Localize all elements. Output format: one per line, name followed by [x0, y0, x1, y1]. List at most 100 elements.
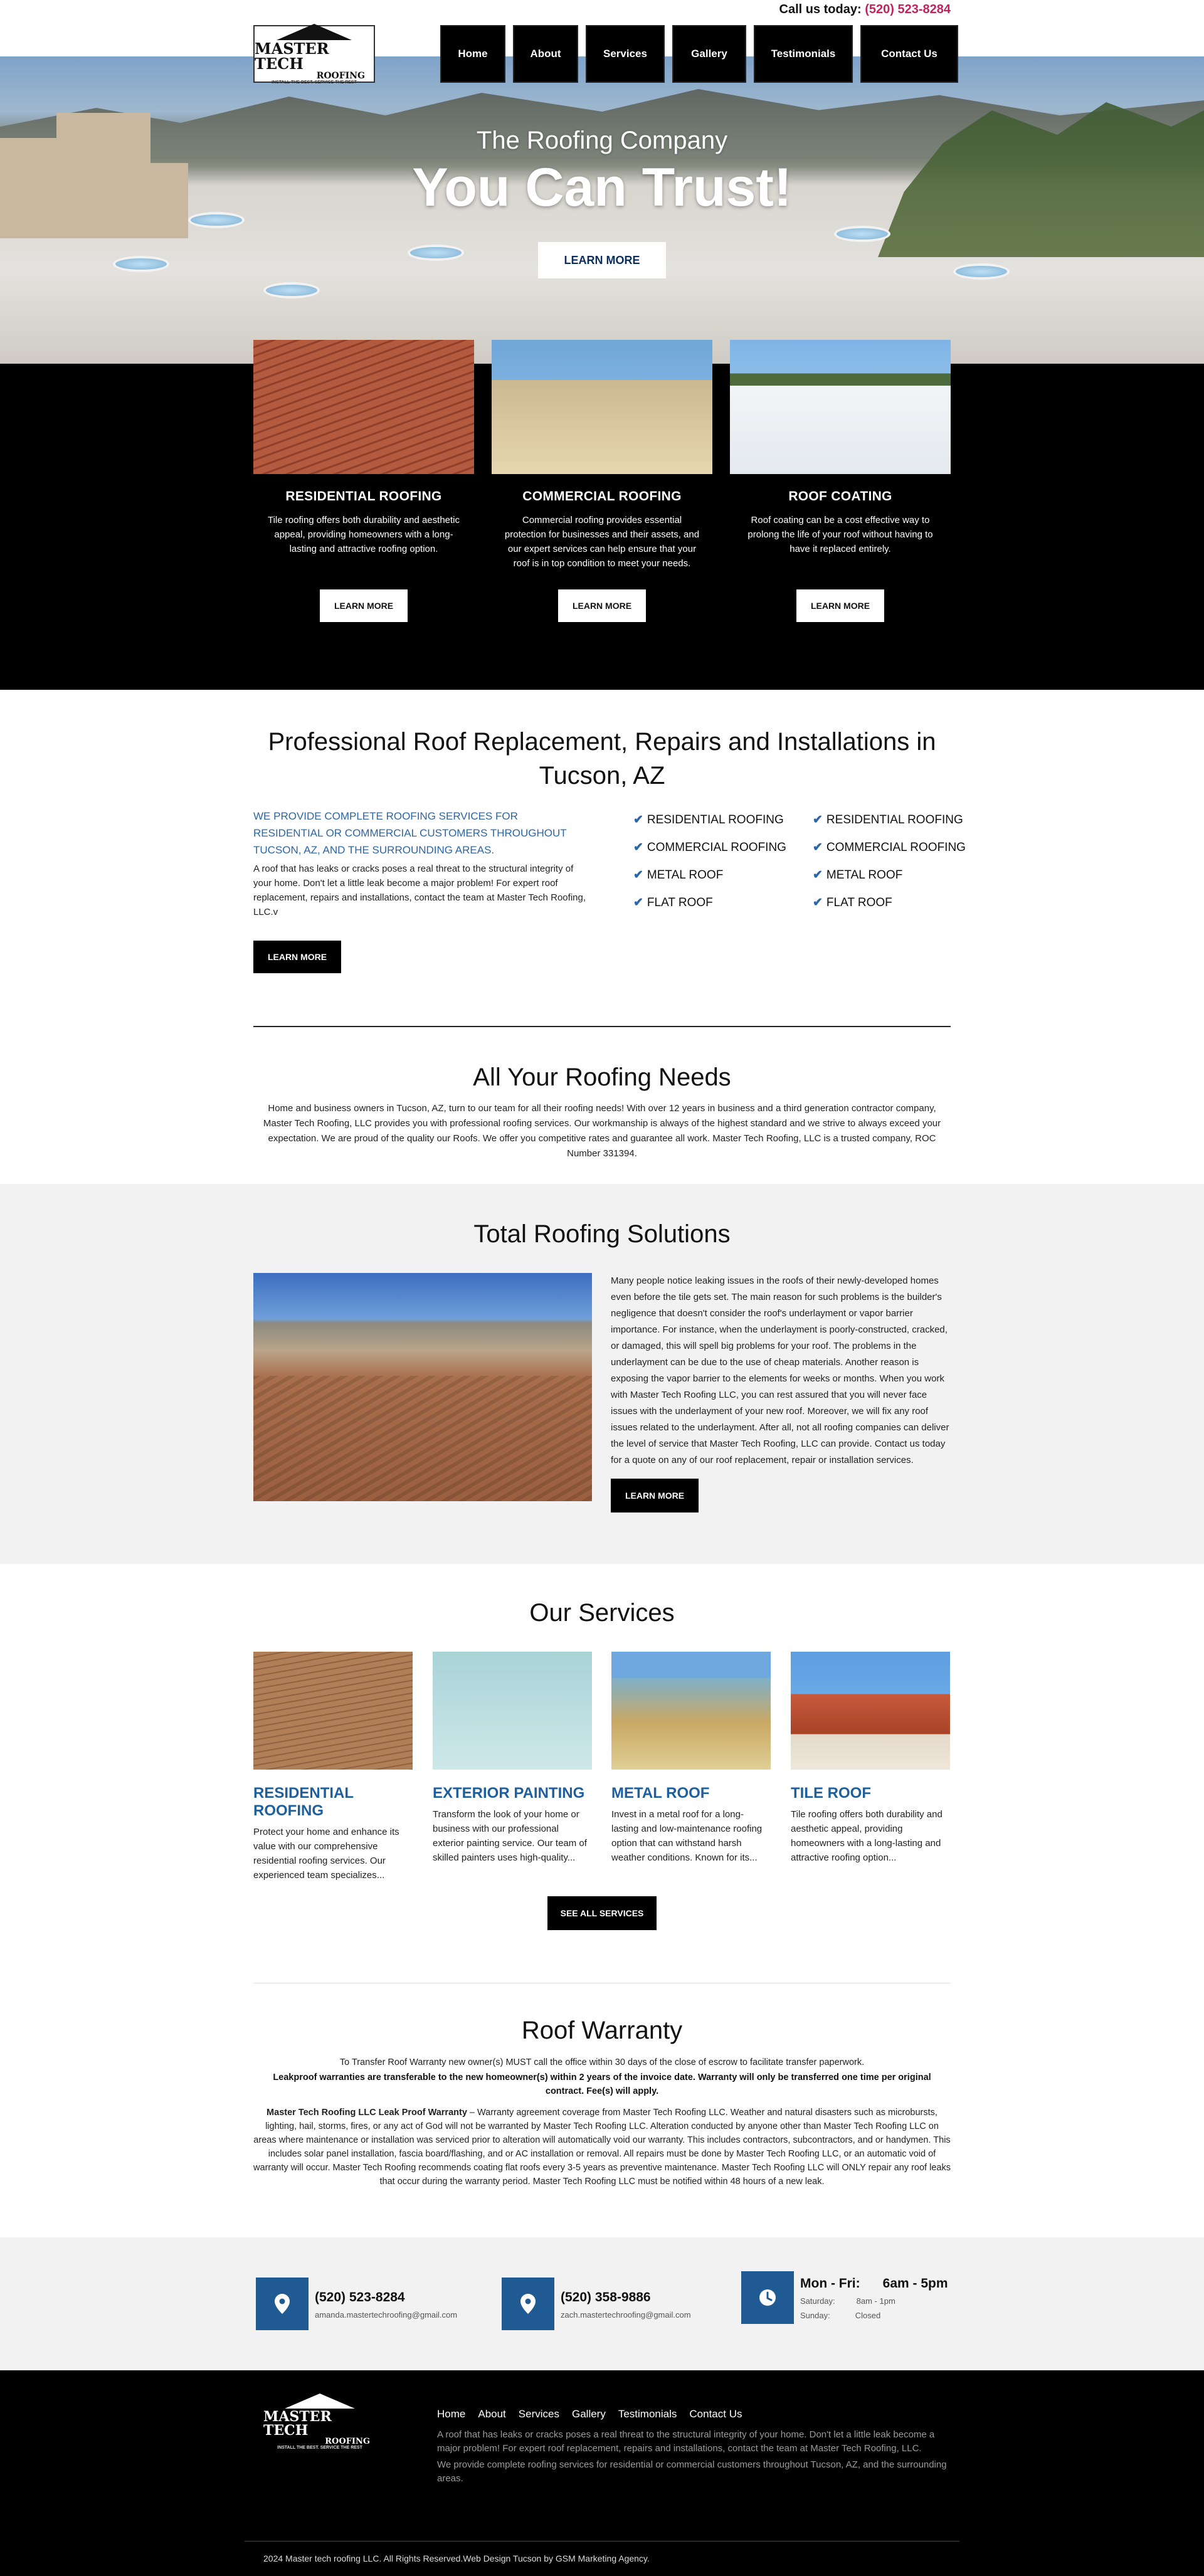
contact-phone[interactable]: (520) 523-8284 — [315, 2290, 457, 2305]
footer-logo[interactable]: MASTER TECH ROOFING INSTALL THE BEST. SE… — [263, 2394, 376, 2450]
card-commercial: COMMERCIAL ROOFING Commercial roofing pr… — [492, 340, 712, 622]
contact-1: (520) 523-8284 amanda.mastertechroofing@… — [315, 2290, 457, 2320]
skylight-icon — [834, 226, 890, 242]
services-heading: Our Services — [529, 1599, 675, 1627]
skylight-icon — [113, 256, 169, 272]
nav-gallery[interactable]: Gallery — [672, 25, 746, 83]
service-list-col1: ✔ RESIDENTIAL ROOFING ✔ COMMERCIAL ROOFING… — [633, 806, 786, 917]
contact-2: (520) 358-9886 zach.mastertechroofing@gm… — [561, 2290, 691, 2320]
contact-phone[interactable]: (520) 358-9886 — [561, 2290, 691, 2305]
solutions-learn-more-button[interactable]: LEARN MORE — [611, 1479, 699, 1512]
footer-paragraph-2: We provide complete roofing services for… — [437, 2459, 947, 2484]
service-text: Transform the look of your home or busin… — [433, 1809, 587, 1863]
hours-time: 6am - 5pm — [882, 2276, 948, 2291]
card-title: ROOF COATING — [788, 489, 892, 504]
skylight-icon — [953, 263, 1010, 280]
hero-learn-more-button[interactable]: LEARN MORE — [538, 242, 666, 278]
service-text: Protect your home and enhance its value … — [253, 1827, 399, 1881]
metal-roof-image — [611, 1652, 771, 1770]
check-icon: ✔ — [813, 841, 823, 854]
footer-nav-gallery[interactable]: Gallery — [572, 2408, 606, 2420]
commercial-roof-image — [492, 340, 712, 474]
sunday-label: Sunday: — [800, 2311, 830, 2320]
footer-nav-home[interactable]: Home — [437, 2408, 465, 2420]
section-divider — [253, 1026, 951, 1027]
professional-heading: Professional Roof Replacement, Repairs a… — [268, 728, 936, 789]
nav-services[interactable]: Services — [586, 25, 665, 83]
service-title[interactable]: TILE ROOF — [791, 1785, 950, 1802]
hero-title: You Can Trust! — [412, 157, 792, 218]
residential-roof-image — [253, 340, 474, 474]
call-phone-link[interactable]: (520) 523-8284 — [865, 3, 951, 16]
service-text: Tile roofing offers both durability and … — [791, 1809, 943, 1863]
logo-tagline: INSTALL THE BEST. SERVICE THE REST — [272, 80, 357, 85]
tile-roof-image — [791, 1652, 950, 1770]
check-icon: ✔ — [813, 896, 823, 909]
logo-roof-icon — [277, 23, 352, 40]
nav-about[interactable]: About — [513, 25, 578, 83]
footer-nav-contact-us[interactable]: Contact Us — [689, 2408, 742, 2420]
check-icon: ✔ — [813, 813, 823, 826]
check-icon: ✔ — [633, 896, 643, 909]
location-pin-icon — [256, 2278, 309, 2330]
footer-divider — [245, 2541, 959, 2542]
warranty-heading: Roof Warranty — [521, 2017, 683, 2044]
warranty-line1: To Transfer Roof Warranty new owner(s) M… — [339, 2057, 865, 2067]
service-title[interactable]: METAL ROOF — [611, 1785, 771, 1802]
nav-testimonials[interactable]: Testimonials — [754, 25, 853, 83]
nav-contact-us[interactable]: Contact Us — [860, 25, 958, 83]
list-item: ✔ RESIDENTIAL ROOFING — [813, 813, 963, 826]
professional-learn-more-button[interactable]: LEARN MORE — [253, 941, 341, 973]
service-title[interactable]: RESIDENTIAL ROOFING — [253, 1785, 413, 1820]
list-item: ✔ METAL ROOF — [813, 868, 903, 882]
check-icon: ✔ — [633, 841, 643, 854]
card-residential: RESIDENTIAL ROOFING Tile roofing offers … — [253, 340, 474, 622]
site-logo[interactable]: MASTER TECH ROOFING INSTALL THE BEST. SE… — [253, 23, 375, 85]
hero-banner: The Roofing Company You Can Trust! LEARN… — [0, 56, 1204, 364]
list-item: ✔ METAL ROOF — [633, 868, 724, 882]
skylight-icon — [263, 282, 320, 298]
check-icon: ✔ — [633, 813, 643, 826]
card-learn-more-button[interactable]: LEARN MORE — [320, 589, 408, 622]
service-exterior-painting[interactable]: EXTERIOR PAINTING Transform the look of … — [433, 1652, 592, 1865]
warranty-bold-label: Master Tech Roofing LLC Leak Proof Warra… — [267, 2108, 467, 2118]
footer-nav-services[interactable]: Services — [519, 2408, 559, 2420]
service-title[interactable]: EXTERIOR PAINTING — [433, 1785, 592, 1802]
card-learn-more-button[interactable]: LEARN MORE — [558, 589, 646, 622]
sunday-time: Closed — [855, 2311, 881, 2320]
service-tile-roof[interactable]: TILE ROOF Tile roofing offers both durab… — [791, 1652, 950, 1865]
service-metal-roof[interactable]: METAL ROOF Invest in a metal roof for a … — [611, 1652, 771, 1865]
warranty-details: Master Tech Roofing LLC Leak Proof Warra… — [253, 2106, 951, 2188]
paint-roller-image — [433, 1652, 592, 1770]
footer-nav: Home About Services Gallery Testimonials… — [437, 2408, 742, 2420]
list-item: ✔ COMMERCIAL ROOFING — [633, 841, 786, 854]
list-item: ✔ RESIDENTIAL ROOFING — [633, 813, 784, 826]
nav-home[interactable]: Home — [440, 25, 505, 83]
footer-nav-about[interactable]: About — [478, 2408, 505, 2420]
logo-text-line1: MASTER TECH — [263, 2409, 332, 2439]
saturday-label: Saturday: — [800, 2296, 835, 2306]
logo-tagline: INSTALL THE BEST. SERVICE THE REST — [277, 2446, 362, 2450]
card-learn-more-button[interactable]: LEARN MORE — [796, 589, 884, 622]
list-item: ✔ FLAT ROOF — [633, 896, 713, 909]
hero-subtitle: The Roofing Company — [476, 127, 728, 154]
logo-text-line2: ROOFING — [325, 2437, 370, 2446]
clock-icon — [741, 2271, 794, 2324]
logo-text-line2: ROOFING — [316, 70, 365, 81]
roof-coating-image — [730, 340, 951, 474]
contact-email[interactable]: zach.mastertechroofing@gmail.com — [561, 2310, 691, 2320]
see-all-services-button[interactable]: SEE ALL SERVICES — [547, 1896, 657, 1930]
card-text: Tile roofing offers both durability and … — [267, 515, 460, 554]
service-text: Invest in a metal roof for a long-lastin… — [611, 1809, 763, 1863]
skylight-icon — [408, 245, 464, 261]
check-icon: ✔ — [813, 868, 823, 882]
business-hours: Mon - Fri: 6am - 5pm Saturday: 8am - 1pm S… — [800, 2276, 948, 2320]
hours-days: Mon - Fri: — [800, 2276, 860, 2291]
footer-nav-testimonials[interactable]: Testimonials — [618, 2408, 677, 2420]
main-nav: Home About Services Gallery Testimonials… — [440, 25, 958, 83]
card-text: Commercial roofing provides essential pr… — [504, 515, 700, 569]
card-title: COMMERCIAL ROOFING — [522, 489, 682, 504]
contact-email[interactable]: amanda.mastertechroofing@gmail.com — [315, 2310, 457, 2320]
service-residential[interactable]: RESIDENTIAL ROOFING Protect your home an… — [253, 1652, 413, 1882]
logo-roof-icon — [285, 2394, 355, 2409]
